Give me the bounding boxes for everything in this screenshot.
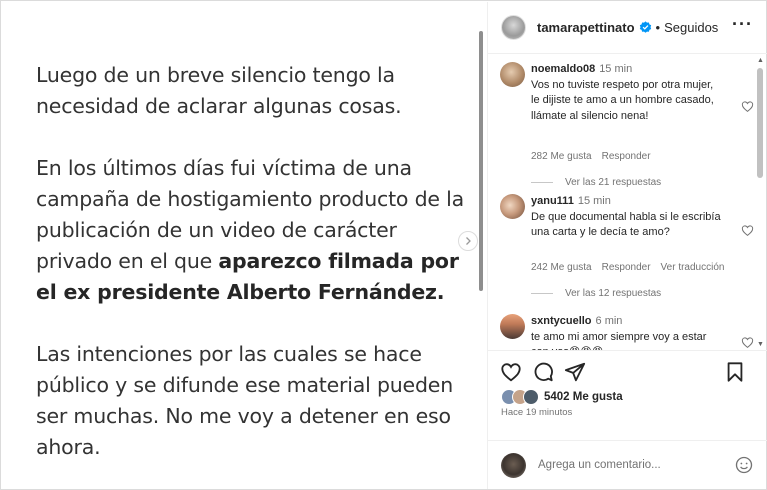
- bookmark-icon[interactable]: [724, 361, 746, 383]
- comment-body: yanu111 15 min De que documental habla si…: [531, 194, 721, 241]
- verified-badge-icon: [639, 21, 651, 33]
- comment-username[interactable]: yanu111: [531, 195, 574, 207]
- likes-count[interactable]: 5402 Me gusta: [544, 391, 623, 403]
- add-comment-bar: [488, 440, 767, 489]
- send-icon[interactable]: [564, 361, 586, 383]
- post-header: tamarapettinato • Seguidos ···: [488, 2, 767, 54]
- liker-avatar: [523, 389, 539, 405]
- view-replies-label: Ver las 21 respuestas: [565, 177, 662, 188]
- comment-time: 6 min: [595, 315, 623, 327]
- view-replies-button[interactable]: Ver las 12 respuestas: [531, 288, 661, 299]
- comment-avatar[interactable]: [500, 62, 525, 87]
- comment-time: 15 min: [577, 195, 611, 207]
- reply-button[interactable]: Responder: [602, 151, 651, 162]
- post-text: Luego de un breve silencio tengo la nece…: [36, 60, 466, 490]
- comments-scrollbar[interactable]: ▲ ▼: [756, 54, 764, 350]
- like-comment-icon[interactable]: [741, 224, 754, 237]
- like-comment-icon[interactable]: [741, 336, 754, 349]
- like-comment-icon[interactable]: [741, 100, 754, 113]
- replies-divider: [531, 293, 553, 294]
- comment-body: sxntycuello 6 min te amo mi amor siempre …: [531, 314, 721, 350]
- comment-meta: 282 Me gusta Responder: [531, 151, 661, 162]
- comment-time: 15 min: [599, 63, 633, 75]
- scroll-down-icon[interactable]: ▼: [757, 341, 764, 348]
- reply-button[interactable]: Responder: [602, 262, 651, 273]
- comment-likes[interactable]: 282 Me gusta: [531, 151, 592, 162]
- comment-text: te amo mi amor siempre voy a estar con v…: [531, 330, 707, 351]
- instagram-post-window: Luego de un breve silencio tengo la nece…: [0, 0, 767, 490]
- post-time: Hace 19 minutos: [501, 407, 573, 418]
- author-avatar[interactable]: [501, 15, 526, 40]
- comment-username[interactable]: sxntycuello: [531, 315, 592, 327]
- comments-panel: tamarapettinato • Seguidos ··· noemaldo0…: [487, 2, 767, 489]
- next-slide-button[interactable]: [458, 231, 478, 251]
- comment-text: De que documental habla si le escribía u…: [531, 210, 721, 239]
- comment-text: Vos no tuviste respeto por otra mujer, l…: [531, 78, 714, 122]
- post-paragraph-1: Luego de un breve silencio tengo la nece…: [36, 63, 402, 118]
- comment-body: noemaldo08 15 min Vos no tuviste respeto …: [531, 62, 721, 124]
- following-button[interactable]: Seguidos: [664, 20, 718, 35]
- view-replies-button[interactable]: Ver las 21 respuestas: [531, 177, 661, 188]
- comments-list: noemaldo08 15 min Vos no tuviste respeto …: [488, 54, 767, 350]
- post-paragraph-2: En los últimos días fui víctima de una c…: [36, 153, 466, 308]
- comment-likes[interactable]: 242 Me gusta: [531, 262, 592, 273]
- author-username[interactable]: tamarapettinato: [537, 20, 635, 35]
- comment-icon[interactable]: [532, 361, 554, 383]
- likes-summary[interactable]: 5402 Me gusta: [501, 389, 623, 405]
- scroll-up-icon[interactable]: ▲: [757, 57, 764, 64]
- comment-avatar[interactable]: [500, 314, 525, 339]
- emoji-icon[interactable]: [735, 456, 753, 474]
- translate-button[interactable]: Ver traducción: [661, 262, 725, 273]
- heart-icon[interactable]: [500, 361, 522, 383]
- current-user-avatar: [501, 452, 526, 478]
- comment-username[interactable]: noemaldo08: [531, 63, 595, 75]
- post-media: Luego de un breve silencio tengo la nece…: [2, 2, 479, 489]
- comment-input[interactable]: [538, 459, 718, 471]
- header-separator: •: [655, 20, 661, 35]
- replies-divider: [531, 182, 553, 183]
- comment-meta: 242 Me gusta Responder Ver traducción: [531, 262, 734, 273]
- chevron-right-icon: [466, 237, 471, 245]
- comment-avatar[interactable]: [500, 194, 525, 219]
- more-options-icon[interactable]: ···: [732, 15, 753, 33]
- scrollbar-thumb[interactable]: [757, 68, 763, 178]
- view-replies-label: Ver las 12 respuestas: [565, 288, 662, 299]
- action-bar: 5402 Me gusta Hace 19 minutos: [488, 350, 767, 440]
- media-scrollbar[interactable]: [479, 31, 483, 291]
- post-paragraph-3: Las intenciones por las cuales se hace p…: [36, 342, 453, 459]
